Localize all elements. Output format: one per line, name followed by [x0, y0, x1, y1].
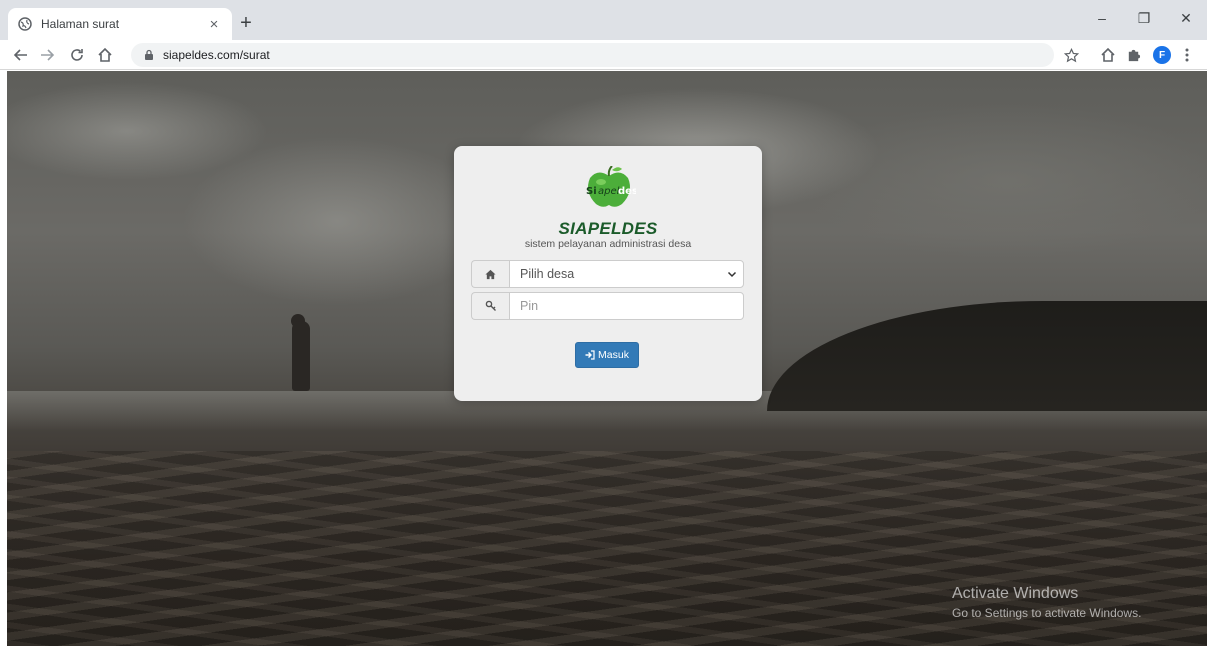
page-viewport: Si apel des SIAPELDES sistem pelayanan a…: [7, 71, 1207, 646]
background-person-body: [292, 321, 310, 391]
village-select-value: Pilih desa: [520, 267, 575, 281]
home-outline-icon: [1101, 47, 1115, 62]
arrow-right-icon: [41, 49, 55, 61]
forward-button[interactable]: [36, 44, 58, 66]
pin-addon: [471, 292, 509, 320]
address-bar[interactable]: siapeldes.com/surat: [131, 43, 1054, 67]
lock-icon: [145, 49, 153, 60]
reload-button[interactable]: [66, 44, 88, 66]
url-text: siapeldes.com/surat: [163, 48, 270, 62]
back-button[interactable]: [10, 44, 32, 66]
brand-tagline: sistem pelayanan administrasi desa: [524, 238, 692, 250]
login-button[interactable]: Masuk: [575, 342, 639, 368]
tab-close-button[interactable]: ×: [206, 16, 222, 33]
tab-title: Halaman surat: [41, 17, 120, 31]
pin-input-group: Pin: [471, 292, 744, 320]
star-icon: [1063, 47, 1079, 62]
globe-icon: [18, 17, 32, 31]
key-icon: [485, 300, 496, 311]
chevron-down-icon: [727, 271, 737, 278]
bookmark-star-button[interactable]: [1060, 44, 1082, 66]
home-extension-button[interactable]: [1097, 44, 1119, 66]
extensions-button[interactable]: [1122, 44, 1144, 66]
browser-tab[interactable]: Halaman surat ×: [8, 8, 232, 40]
arrow-left-icon: [13, 49, 27, 61]
login-card: Si apel des SIAPELDES sistem pelayanan a…: [454, 146, 762, 401]
svg-text:apel: apel: [598, 186, 620, 197]
village-select[interactable]: Pilih desa: [509, 260, 744, 288]
background-hill: [767, 301, 1207, 411]
village-addon: [471, 260, 509, 288]
activate-windows-watermark: Activate Windows Go to Settings to activ…: [952, 585, 1141, 620]
pin-input-placeholder: Pin: [520, 299, 539, 313]
menu-button[interactable]: [1176, 44, 1198, 66]
restore-button[interactable]: ❐: [1123, 0, 1165, 36]
tab-strip: Halaman surat × + – ❐ ✕: [0, 0, 1207, 40]
kebab-menu-icon: [1185, 48, 1189, 62]
puzzle-icon: [1128, 49, 1140, 61]
new-tab-button[interactable]: +: [236, 13, 256, 33]
pin-input[interactable]: Pin: [509, 292, 744, 320]
close-window-button[interactable]: ✕: [1165, 0, 1207, 36]
siapeldes-logo: Si apel des: [586, 166, 636, 207]
home-outline-icon: [98, 47, 112, 62]
browser-toolbar: siapeldes.com/surat: [0, 40, 1207, 70]
village-select-group: Pilih desa: [471, 260, 744, 288]
home-icon: [485, 269, 496, 279]
home-button[interactable]: [94, 44, 116, 66]
login-button-label: Masuk: [598, 349, 629, 361]
reload-icon: [71, 49, 83, 61]
svg-text:des: des: [618, 186, 636, 197]
profile-avatar[interactable]: F: [1153, 46, 1171, 64]
watermark-subtitle: Go to Settings to activate Windows.: [952, 606, 1142, 620]
brand-name: SIAPELDES: [558, 219, 658, 238]
watermark-title: Activate Windows: [952, 585, 1079, 602]
sign-in-icon: [585, 350, 595, 360]
minimize-button[interactable]: –: [1081, 0, 1123, 36]
svg-text:Si: Si: [586, 186, 597, 197]
